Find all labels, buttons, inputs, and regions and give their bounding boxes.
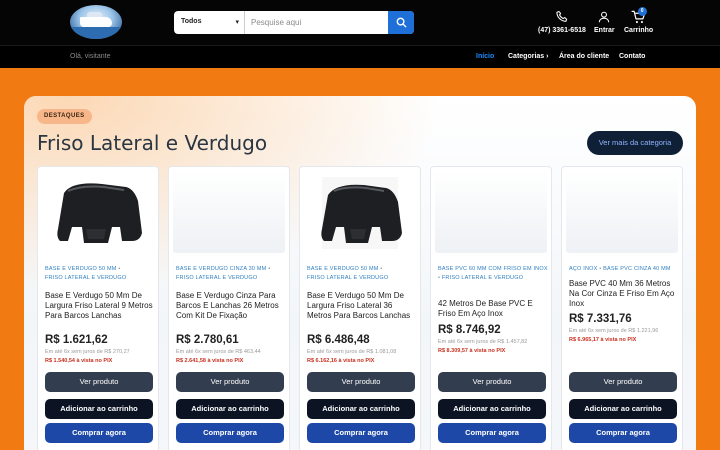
buy-now-button[interactable]: Comprar agora bbox=[307, 423, 415, 443]
user-icon bbox=[599, 11, 610, 23]
category-tag[interactable]: FRISO LATERAL E VERDUGO bbox=[176, 275, 257, 281]
featured-section: DESTAQUES Friso Lateral e Verdugo Ver ma… bbox=[24, 96, 696, 450]
search-category-select[interactable]: Todos ▾ bbox=[174, 11, 245, 34]
category-tag[interactable]: FRISO LATERAL E VERDUGO bbox=[45, 275, 126, 281]
nav-item-categories[interactable]: Categorias › bbox=[508, 53, 548, 60]
nav-item-contact[interactable]: Contato bbox=[619, 53, 645, 60]
product-card[interactable]: AÇO INOX • BASE PVC CINZA 40 MM Base PVC… bbox=[561, 166, 683, 450]
category-tag[interactable]: BASE E VERDUGO 50 MM bbox=[307, 266, 379, 272]
view-product-button[interactable]: Ver produto bbox=[307, 372, 415, 392]
product-categories: BASE E VERDUGO 50 MM • FRISO LATERAL E V… bbox=[307, 266, 389, 281]
installment-info: Em até 6x sem juros de R$ 1.221,96 bbox=[569, 328, 659, 334]
search-button[interactable] bbox=[388, 11, 414, 34]
cart-count-badge: 0 bbox=[637, 7, 647, 16]
chevron-down-icon: ▾ bbox=[235, 19, 239, 26]
product-name[interactable]: Base E Verdugo 50 Mm De Largura Friso La… bbox=[307, 291, 417, 321]
product-name[interactable]: Base E Verdugo 50 Mm De Largura Friso La… bbox=[45, 291, 155, 321]
store-logo[interactable] bbox=[70, 5, 122, 39]
product-categories: BASE E VERDUGO 50 MM • FRISO LATERAL E V… bbox=[45, 266, 127, 281]
category-tag[interactable]: BASE E VERDUGO CINZA 30 MM bbox=[176, 266, 266, 272]
pix-price: R$ 6.162,16 à vista no PIX bbox=[307, 358, 375, 364]
add-to-cart-button[interactable]: Adicionar ao carrinho bbox=[45, 399, 153, 419]
product-image[interactable] bbox=[566, 171, 678, 253]
buy-now-button[interactable]: Comprar agora bbox=[438, 423, 546, 443]
category-tag[interactable]: AÇO INOX bbox=[569, 266, 598, 272]
phone-number: (47) 3361-6518 bbox=[538, 27, 586, 34]
view-product-button[interactable]: Ver produto bbox=[438, 372, 546, 392]
installment-info: Em até 6x sem juros de R$ 1.081,08 bbox=[307, 349, 397, 355]
add-to-cart-button[interactable]: Adicionar ao carrinho bbox=[176, 399, 284, 419]
product-categories: AÇO INOX • BASE PVC CINZA 40 MM bbox=[569, 266, 671, 272]
product-card[interactable]: BASE E VERDUGO 50 MM • FRISO LATERAL E V… bbox=[37, 166, 159, 450]
main-nav: Olá, visitante Início Categorias › Área … bbox=[0, 45, 720, 68]
search-category-value: Todos bbox=[181, 18, 202, 25]
search-input[interactable]: Pesquise aqui bbox=[251, 18, 301, 27]
nav-item-home[interactable]: Início bbox=[476, 53, 494, 60]
product-price: R$ 1.621,62 bbox=[45, 334, 108, 346]
buy-now-button[interactable]: Comprar agora bbox=[176, 423, 284, 443]
view-category-button[interactable]: Ver mais da categoria bbox=[587, 131, 683, 155]
pix-price: R$ 6.965,17 à vista no PIX bbox=[569, 337, 637, 343]
view-product-button[interactable]: Ver produto bbox=[176, 372, 284, 392]
pix-price: R$ 1.540,54 à vista no PIX bbox=[45, 358, 113, 364]
product-price: R$ 6.486,48 bbox=[307, 334, 370, 346]
installment-info: Em até 6x sem juros de R$ 1.457,82 bbox=[438, 339, 528, 345]
add-to-cart-button[interactable]: Adicionar ao carrinho bbox=[438, 399, 546, 419]
add-to-cart-button[interactable]: Adicionar ao carrinho bbox=[307, 399, 415, 419]
pix-price: R$ 8.309,57 à vista no PIX bbox=[438, 348, 506, 354]
product-name[interactable]: Base PVC 40 Mm 36 Metros Na Cor Cinza E … bbox=[569, 279, 679, 309]
search-bar: Todos ▾ Pesquise aqui bbox=[174, 11, 414, 34]
visitor-greeting: Olá, visitante bbox=[70, 53, 111, 60]
view-product-button[interactable]: Ver produto bbox=[45, 372, 153, 392]
category-tag[interactable]: BASE PVC CINZA 40 MM bbox=[603, 266, 671, 272]
product-card[interactable]: BASE E VERDUGO 50 MM • FRISO LATERAL E V… bbox=[299, 166, 421, 450]
product-image[interactable] bbox=[304, 171, 416, 253]
phone-contact[interactable]: (47) 3361-6518 bbox=[538, 10, 586, 34]
category-tag[interactable]: FRISO LATERAL E VERDUGO bbox=[442, 275, 523, 281]
category-tag[interactable]: FRISO LATERAL E VERDUGO bbox=[307, 275, 388, 281]
product-name[interactable]: 42 Metros De Base PVC E Friso Em Aço Ino… bbox=[438, 299, 548, 319]
category-tag[interactable]: BASE E VERDUGO 50 MM bbox=[45, 266, 117, 272]
product-name[interactable]: Base E Verdugo Cinza Para Barcos E Lanch… bbox=[176, 291, 286, 321]
product-categories: BASE E VERDUGO CINZA 30 MM • FRISO LATER… bbox=[176, 266, 271, 281]
category-tag[interactable]: BASE PVC 60 MM COM FRISO EM INOX bbox=[438, 266, 548, 272]
top-header: Todos ▾ Pesquise aqui (47) 3361-6518 Ent… bbox=[0, 0, 720, 45]
product-image[interactable] bbox=[42, 171, 154, 253]
product-image[interactable] bbox=[435, 171, 547, 253]
product-categories: BASE PVC 60 MM COM FRISO EM INOX • FRISO… bbox=[438, 266, 548, 281]
product-price: R$ 8.746,92 bbox=[438, 324, 501, 336]
installment-info: Em até 6x sem juros de R$ 463,44 bbox=[176, 349, 261, 355]
add-to-cart-button[interactable]: Adicionar ao carrinho bbox=[569, 399, 677, 419]
phone-icon bbox=[556, 10, 568, 22]
verdugo-profile-image bbox=[42, 171, 154, 253]
buy-now-button[interactable]: Comprar agora bbox=[569, 423, 677, 443]
product-card[interactable]: BASE PVC 60 MM COM FRISO EM INOX • FRISO… bbox=[430, 166, 552, 450]
login-label: Entrar bbox=[594, 27, 615, 34]
installment-info: Em até 6x sem juros de R$ 270,27 bbox=[45, 349, 130, 355]
pix-price: R$ 2.641,58 à vista no PIX bbox=[176, 358, 244, 364]
nav-item-customer-area[interactable]: Área do cliente bbox=[559, 53, 609, 60]
product-price: R$ 7.331,76 bbox=[569, 313, 632, 325]
buy-now-button[interactable]: Comprar agora bbox=[45, 423, 153, 443]
product-card[interactable]: BASE E VERDUGO CINZA 30 MM • FRISO LATER… bbox=[168, 166, 290, 450]
section-badge: DESTAQUES bbox=[37, 109, 92, 124]
verdugo-profile-image bbox=[304, 171, 416, 253]
product-image[interactable] bbox=[173, 171, 285, 253]
view-product-button[interactable]: Ver produto bbox=[569, 372, 677, 392]
search-icon bbox=[396, 17, 407, 28]
section-title: Friso Lateral e Verdugo bbox=[37, 131, 268, 155]
cart-link[interactable]: 0 Carrinho bbox=[624, 7, 654, 34]
login-link[interactable]: Entrar bbox=[594, 10, 615, 34]
product-price: R$ 2.780,61 bbox=[176, 334, 239, 346]
cart-label: Carrinho bbox=[624, 27, 654, 34]
